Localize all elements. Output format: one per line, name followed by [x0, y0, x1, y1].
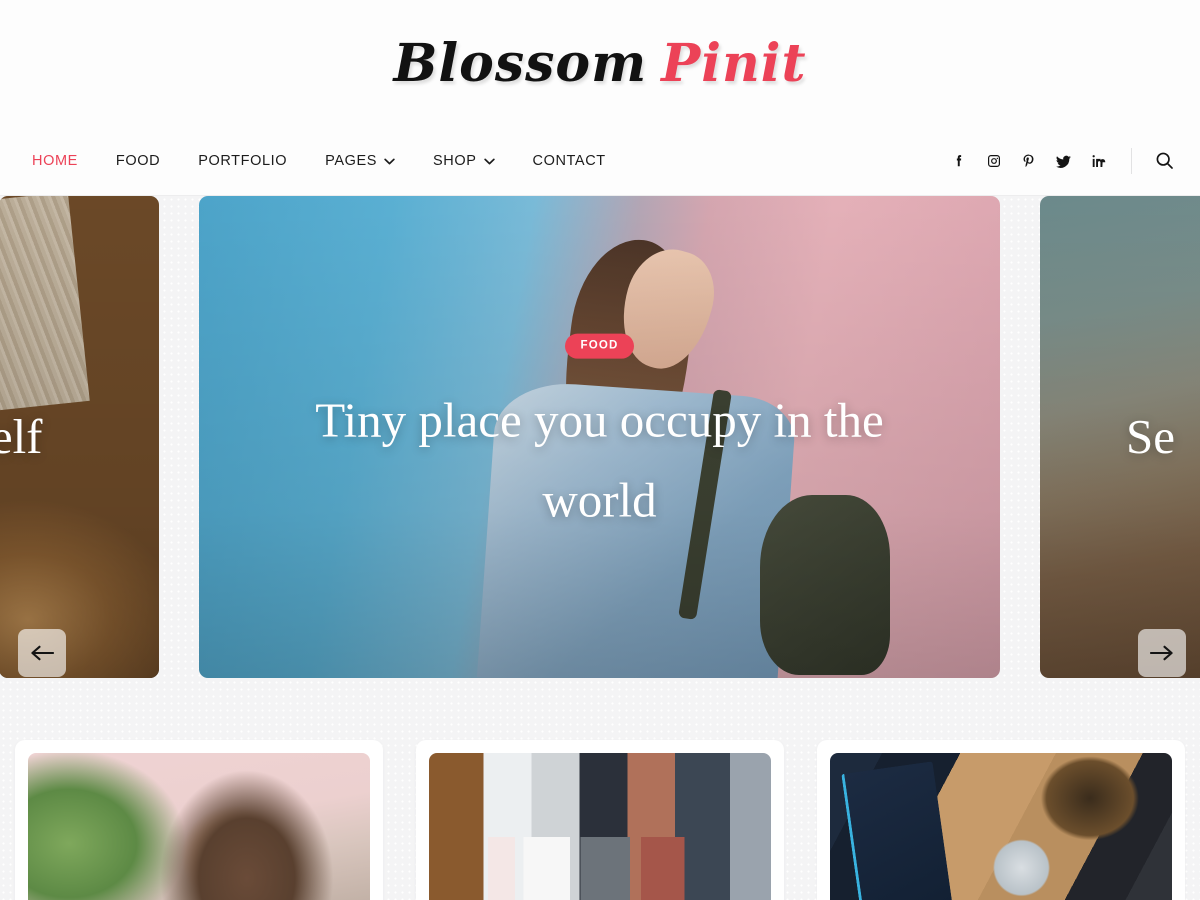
slider-prev-button[interactable]	[18, 629, 66, 677]
facebook-icon[interactable]	[950, 153, 967, 170]
featured-cards	[0, 678, 1200, 900]
slide-content: Se	[1040, 397, 1200, 477]
card-item[interactable]	[817, 740, 1185, 900]
slide-title[interactable]: Tiny place you occupy in the world	[280, 381, 920, 541]
site-logo[interactable]: Blossom Pinit	[393, 37, 806, 90]
search-icon[interactable]	[1154, 150, 1176, 172]
card-image-portrait	[28, 753, 370, 900]
card-image-travel	[830, 753, 1172, 900]
nav-label-contact: CONTACT	[532, 153, 606, 169]
nav-label-home: HOME	[32, 153, 78, 169]
nav-label-pages: PAGES	[325, 153, 378, 169]
nav-link-portfolio[interactable]: PORTFOLIO	[198, 153, 287, 169]
slide-next[interactable]: Se	[1040, 196, 1200, 678]
chevron-down-icon	[483, 158, 495, 165]
logo-accent-text: Pinit	[661, 32, 807, 94]
hero-slider: h self FOOD Tiny place you occupy in the…	[0, 196, 1200, 678]
slide-title[interactable]: h self	[0, 397, 43, 477]
nav-link-pages[interactable]: PAGES	[325, 153, 395, 169]
nav-label-shop: SHOP	[433, 153, 477, 169]
card-item[interactable]	[416, 740, 784, 900]
nav-menu: HOME FOOD PORTFOLIO PAGES SHOP CONTACT	[32, 153, 606, 169]
category-badge[interactable]: FOOD	[565, 333, 634, 359]
slide-previous[interactable]: h self	[0, 196, 159, 678]
nav-item-portfolio[interactable]: PORTFOLIO	[198, 153, 287, 169]
slide-content: FOOD Tiny place you occupy in the world	[199, 333, 1000, 541]
nav-item-shop[interactable]: SHOP	[433, 153, 495, 169]
nav-link-shop[interactable]: SHOP	[433, 153, 495, 169]
nav-item-contact[interactable]: CONTACT	[533, 153, 606, 169]
nav-link-home[interactable]: HOME	[32, 153, 78, 169]
card-image-shopping	[429, 753, 771, 900]
twitter-icon[interactable]	[1055, 153, 1072, 170]
chevron-down-icon	[384, 158, 395, 165]
nav-item-food[interactable]: FOOD	[116, 153, 160, 169]
main-navigation: HOME FOOD PORTFOLIO PAGES SHOP CONTACT	[0, 127, 1200, 196]
slider-next-button[interactable]	[1138, 629, 1186, 677]
site-header: Blossom Pinit	[0, 0, 1200, 127]
nav-divider	[1131, 148, 1132, 174]
logo-primary-text: Blossom	[393, 32, 648, 94]
slide-content: h self	[0, 397, 159, 477]
arrow-right-icon	[1150, 645, 1173, 661]
slide-active[interactable]: FOOD Tiny place you occupy in the world	[199, 196, 1000, 678]
nav-link-food[interactable]: FOOD	[116, 153, 160, 169]
arrow-left-icon	[31, 645, 54, 661]
nav-label-portfolio: PORTFOLIO	[198, 153, 288, 169]
linkedin-icon[interactable]	[1090, 153, 1107, 170]
social-links	[950, 153, 1107, 170]
card-item[interactable]	[15, 740, 383, 900]
nav-item-home[interactable]: HOME	[32, 153, 78, 169]
slide-title[interactable]: Se	[1126, 397, 1175, 477]
nav-right-cluster	[950, 148, 1176, 174]
pinterest-icon[interactable]	[1020, 153, 1037, 170]
instagram-icon[interactable]	[985, 153, 1002, 170]
nav-label-food: FOOD	[115, 153, 161, 169]
nav-link-contact[interactable]: CONTACT	[533, 153, 606, 169]
nav-item-pages[interactable]: PAGES	[325, 153, 395, 169]
